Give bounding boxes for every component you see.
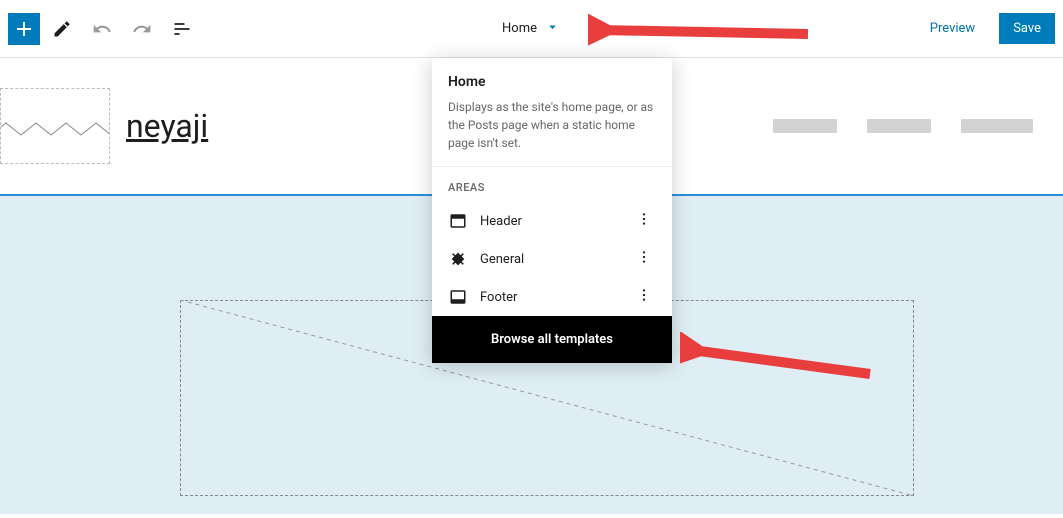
preview-button[interactable]: Preview: [918, 13, 987, 44]
edit-mode-button[interactable]: [44, 11, 80, 47]
toolbar-right-group: Preview Save: [918, 13, 1055, 44]
redo-button[interactable]: [124, 11, 160, 47]
navigation-placeholder[interactable]: [773, 119, 1033, 133]
more-icon[interactable]: [632, 249, 656, 269]
nav-item-placeholder: [867, 119, 931, 133]
annotation-arrow: [588, 10, 818, 50]
template-selector[interactable]: Home: [502, 19, 561, 39]
general-layout-icon: [448, 249, 468, 269]
popover-header: Home Displays as the site's home page, o…: [432, 58, 672, 166]
header-layout-icon: [448, 211, 468, 231]
template-name: Home: [502, 21, 537, 36]
site-title[interactable]: neyaji: [126, 107, 208, 145]
template-popover: Home Displays as the site's home page, o…: [432, 58, 672, 363]
annotation-arrow: [680, 332, 880, 382]
area-item-general[interactable]: General: [432, 240, 672, 278]
more-icon[interactable]: [632, 287, 656, 307]
popover-description: Displays as the site's home page, or as …: [448, 98, 656, 152]
list-view-button[interactable]: [164, 11, 200, 47]
more-icon[interactable]: [632, 211, 656, 231]
nav-item-placeholder: [773, 119, 837, 133]
area-label: General: [480, 252, 632, 267]
top-toolbar: Home Preview Save: [0, 0, 1063, 58]
chevron-down-icon: [545, 19, 561, 39]
nav-item-placeholder: [961, 119, 1033, 133]
save-button[interactable]: Save: [999, 13, 1055, 44]
toolbar-left-group: [8, 11, 200, 47]
area-label: Footer: [480, 290, 632, 305]
footer-layout-icon: [448, 287, 468, 307]
popover-title: Home: [448, 74, 656, 90]
add-block-button[interactable]: [8, 13, 40, 45]
undo-button[interactable]: [84, 11, 120, 47]
area-item-footer[interactable]: Footer: [432, 278, 672, 316]
areas-section-label: Areas: [432, 167, 672, 202]
area-item-header[interactable]: Header: [432, 202, 672, 240]
browse-all-templates-button[interactable]: Browse all templates: [432, 316, 672, 363]
area-label: Header: [480, 214, 632, 229]
site-logo-placeholder[interactable]: [0, 88, 110, 164]
